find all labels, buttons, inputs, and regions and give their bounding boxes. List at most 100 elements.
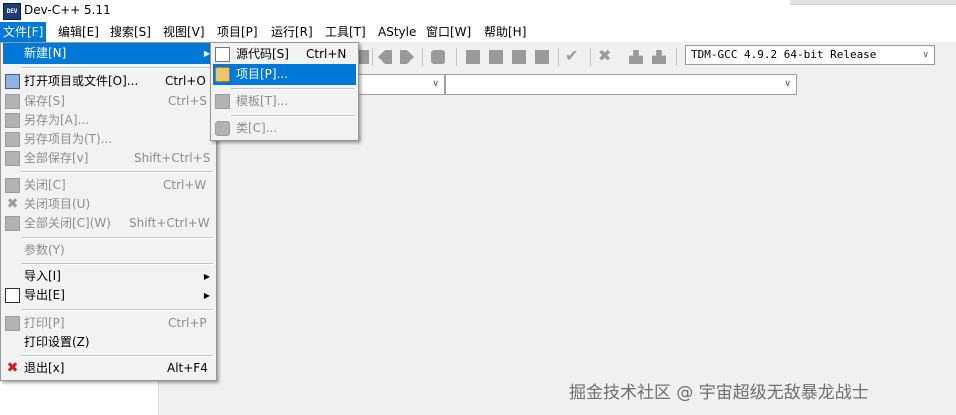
menu-item-label: 导入[I] [24,269,61,283]
window-frame-strip [790,0,956,5]
toolbar-separator [558,48,559,66]
menu-item-new-template[interactable]: 模板[T]... [213,91,356,112]
menu-item-shortcut: Ctrl+W [163,178,207,192]
toolbar-separator [372,48,373,66]
menu-file[interactable]: 文件[F] [0,22,47,42]
stop-execution-icon[interactable]: ✖ [598,46,611,65]
menu-project[interactable]: 项目[P] [214,22,261,42]
menu-item-shortcut: Shift+Ctrl+S [134,151,211,165]
menu-help[interactable]: 帮助[H] [481,22,529,42]
check-syntax-icon[interactable]: ✔ [565,46,578,65]
watermark: 掘金技术社区 @ 宇宙超级无敌暴龙战士 [569,383,869,403]
class-combo[interactable]: ∨ [350,74,445,95]
menu-item-close[interactable]: 关闭[C] Ctrl+W [3,175,214,196]
chevron-down-icon: ∨ [432,79,439,89]
source-file-icon [215,47,230,62]
menu-item-label: 另存为[A]... [24,113,90,127]
menu-item-new-source[interactable]: 源代码[S] Ctrl+N [213,44,356,65]
menu-item-label: 关闭[C] [24,178,66,192]
menu-separator [21,171,213,173]
chevron-down-icon: ∨ [922,50,929,60]
menu-item-label: 参数(Y) [24,243,65,257]
menu-item-label: 新建[N] [24,46,67,60]
menu-separator [231,115,355,117]
menu-edit[interactable]: 编辑[E] [55,22,102,42]
menu-separator [21,263,213,265]
menu-separator [21,237,213,239]
menu-item-print[interactable]: 打印[P] Ctrl+P [3,313,214,334]
template-icon [215,94,230,109]
menu-item-label: 保存[S] [24,94,65,108]
save-all-icon [5,151,20,166]
menu-separator [231,88,355,90]
menu-item-shortcut: Alt+F4 [167,361,208,375]
export-icon [5,288,20,303]
menu-item-save[interactable]: 保存[S] Ctrl+S [3,91,214,112]
bookmark-icon[interactable] [431,50,445,64]
menu-separator [21,67,213,69]
rebuild-all-icon[interactable] [535,50,549,64]
menu-item-shortcut: Ctrl+P [168,316,207,330]
menu-item-save-project-as[interactable]: 另存项目为(T)... [3,129,214,150]
menu-run[interactable]: 运行[R] [268,22,316,42]
menu-search[interactable]: 搜索[S] [107,22,154,42]
menu-item-shortcut: Ctrl+S [168,94,208,108]
menu-item-exit[interactable]: ✖ 退出[x] Alt+F4 [3,358,214,379]
menu-item-label: 打印设置(Z) [24,335,90,349]
menu-item-new-project[interactable]: 项目[P]... [213,64,356,85]
menu-item-params[interactable]: 参数(Y) [3,240,214,261]
close-all-icon [5,216,20,231]
menu-item-close-all[interactable]: 全部关闭[C](W) Shift+Ctrl+W [3,213,214,234]
menu-item-export[interactable]: 导出[E] ▶ [3,285,214,306]
compiler-select-value: TDM-GCC 4.9.2 64-bit Release [691,48,877,61]
devcpp-app-icon[interactable]: DEV [3,3,21,20]
menu-item-save-as[interactable]: 另存为[A]... [3,110,214,131]
menu-item-new-class[interactable]: 类[C]... [213,118,356,139]
menu-window[interactable]: 窗口[W] [423,22,474,42]
open-folder-icon [5,74,20,89]
new-submenu: 源代码[S] Ctrl+N 项目[P]... 模板[T]... 类[C]... [210,42,359,141]
window-title: Dev-C++ 5.11 [24,3,111,17]
class-icon [215,121,230,136]
toolbar-separator [676,48,677,66]
menu-tools[interactable]: 工具[T] [322,22,369,42]
menu-item-label: 项目[P]... [236,67,289,81]
menu-item-label: 全部保存[v] [24,151,89,165]
menu-item-label: 另存项目为(T)... [24,132,113,146]
menu-item-label: 打印[P] [24,316,65,330]
run-icon[interactable] [489,50,503,64]
menu-separator [21,355,213,357]
menu-item-save-all[interactable]: 全部保存[v] Shift+Ctrl+S [3,148,214,169]
menu-item-import[interactable]: 导入[I] ▶ [3,266,214,287]
save-as-icon [5,113,20,128]
chevron-down-icon: ∨ [784,79,791,89]
project-icon [215,67,230,82]
printer-icon [5,316,20,331]
menu-item-label: 打开项目或文件[O]... [24,74,139,88]
menu-bar: 文件[F] 编辑[E] 搜索[S] 视图[V] 项目[P] 运行[R] 工具[T… [0,22,956,43]
menu-item-close-project[interactable]: ✖ 关闭项目(U) [3,194,214,215]
menu-item-print-setup[interactable]: 打印设置(Z) [3,332,214,353]
menu-item-label: 类[C]... [236,121,278,135]
menu-item-open[interactable]: 打开项目或文件[O]... Ctrl+O [3,71,214,92]
menu-astyle[interactable]: AStyle [375,22,419,42]
menu-item-new[interactable]: 新建[N] ▶ [3,43,214,64]
toolbar-separator [422,48,423,66]
submenu-arrow-icon: ▶ [203,291,210,300]
title-bar: DEV Dev-C++ 5.11 [0,0,956,22]
menu-item-shortcut: Shift+Ctrl+W [129,216,210,230]
menu-separator [21,309,213,311]
save-icon [5,94,20,109]
compile-icon[interactable] [466,50,480,64]
submenu-arrow-icon: ▶ [203,272,210,281]
compile-run-icon[interactable] [512,50,526,64]
compiler-select[interactable]: TDM-GCC 4.9.2 64-bit Release ∨ [685,45,935,65]
save-project-as-icon [5,132,20,147]
menu-item-label: 模板[T]... [236,94,289,108]
file-menu: 新建[N] ▶ 打开项目或文件[O]... Ctrl+O 保存[S] Ctrl+… [0,42,217,381]
member-combo[interactable]: ∨ [445,74,797,95]
menu-view[interactable]: 视图[V] [160,22,208,42]
toolbar-separator [456,48,457,66]
menu-item-shortcut: Ctrl+O [165,74,206,88]
menu-item-label: 关闭项目(U) [24,197,91,211]
